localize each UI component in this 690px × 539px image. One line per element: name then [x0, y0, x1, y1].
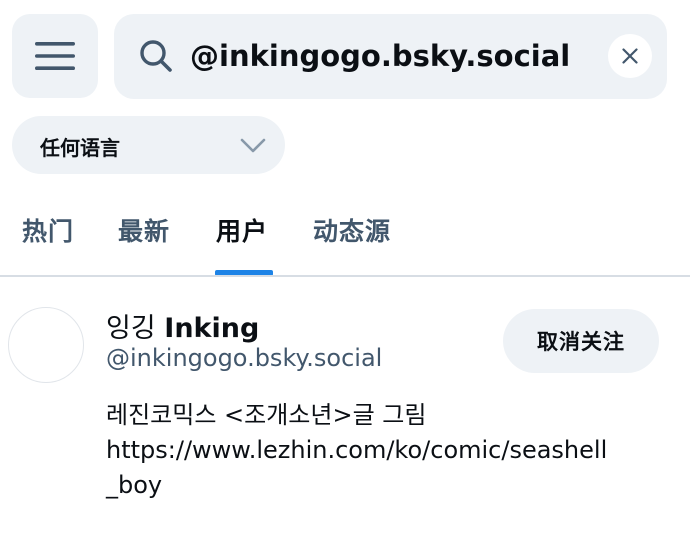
tab-people[interactable]: 用户 [216, 212, 268, 272]
close-icon [622, 48, 638, 64]
search-icon [140, 40, 172, 72]
tab-top[interactable]: 热门 [22, 212, 74, 272]
profile-name-latin: Inking [164, 313, 260, 344]
avatar[interactable] [8, 307, 84, 383]
language-select[interactable]: 任何语言 [12, 116, 285, 174]
clear-search-button[interactable] [608, 34, 652, 78]
language-select-value: 任何语言 [40, 136, 120, 160]
profile-handle[interactable]: @inkingogo.bsky.social [106, 344, 382, 372]
menu-button[interactable] [12, 14, 98, 98]
bio-link-continued[interactable]: _boy [106, 468, 686, 503]
chevron-down-icon [240, 138, 266, 153]
bio-link[interactable]: https://www.lezhin.com/ko/comic/seashell [106, 433, 686, 468]
tab-latest[interactable]: 最新 [118, 212, 170, 272]
search-results-page: 任何语言 热门 最新 用户 动态源 잉깅 Inking @inkingogo.b… [0, 0, 690, 539]
tab-feeds[interactable]: 动态源 [313, 212, 391, 272]
search-input[interactable] [190, 28, 590, 84]
menu-icon [35, 42, 75, 70]
tabs-divider [0, 275, 690, 277]
unfollow-button[interactable]: 取消关注 [503, 309, 659, 373]
profile-name-korean: 잉깅 [106, 313, 156, 344]
profile-bio: 레진코믹스 <조개소년>글 그림 https://www.lezhin.com/… [106, 398, 686, 503]
search-bar [114, 14, 667, 99]
profile-display-name[interactable]: 잉깅 Inking [106, 306, 259, 345]
bio-line: 레진코믹스 <조개소년>글 그림 [106, 401, 427, 429]
